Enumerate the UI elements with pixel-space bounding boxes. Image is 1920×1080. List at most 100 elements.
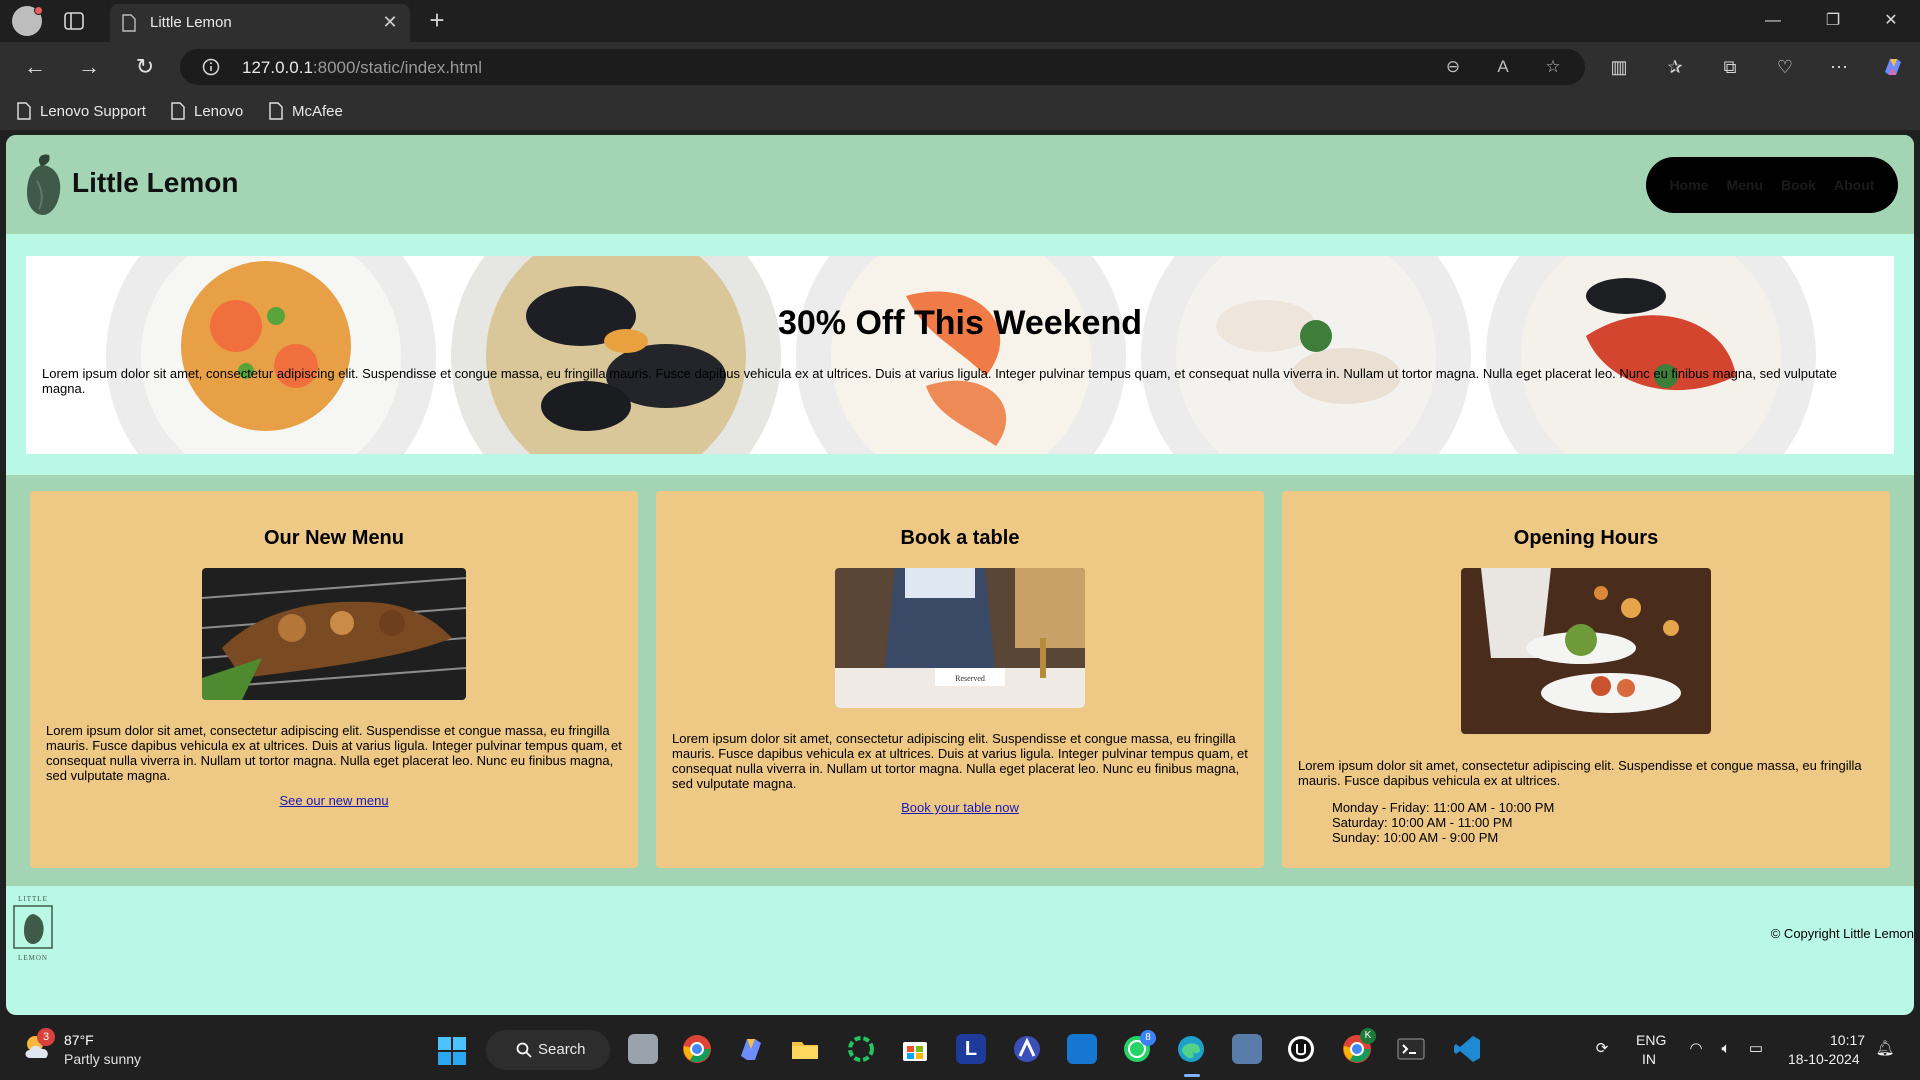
terminal-icon[interactable] <box>1396 1034 1426 1064</box>
favorites-icon[interactable]: ✰ <box>1662 54 1688 80</box>
copilot-icon[interactable] <box>1880 54 1906 80</box>
hours-saturday: Saturday: 10:00 AM - 11:00 PM <box>1332 815 1513 830</box>
bookmark-lenovo-support[interactable]: Lenovo Support <box>16 100 146 122</box>
restore-icon[interactable]: ❐ <box>1818 8 1848 34</box>
site-header: Little Lemon Home Menu Book About <box>6 135 1914 234</box>
footer-logo-icon: LITTLE LEMON <box>13 895 53 962</box>
chrome-profile-badge: K <box>1360 1028 1376 1044</box>
close-window-icon[interactable]: ✕ <box>1876 8 1906 34</box>
chrome-icon[interactable] <box>682 1034 712 1064</box>
favorite-star-icon[interactable]: ☆ <box>1543 57 1563 77</box>
bookmark-mcafee[interactable]: McAfee <box>268 100 343 122</box>
profile-notification-dot <box>34 6 43 15</box>
window-app-icon[interactable] <box>1232 1034 1262 1064</box>
tab-little-lemon[interactable]: Little Lemon ✕ <box>110 4 410 42</box>
card-title: Our New Menu <box>263 527 404 549</box>
page-viewport: Little Lemon Home Menu Book About 30% Of… <box>6 135 1914 1015</box>
tab-actions-icon[interactable] <box>62 9 86 33</box>
bookmark-label: Lenovo Support <box>40 102 146 120</box>
site-info-icon[interactable] <box>202 58 220 76</box>
whatsapp-badge: 8 <box>1140 1030 1156 1046</box>
tab-title: Little Lemon <box>150 14 232 31</box>
volume-icon[interactable]: 🔈︎ <box>1716 1040 1736 1058</box>
clock-time[interactable]: 10:17 <box>1830 1032 1865 1048</box>
hours-sunday: Sunday: 10:00 AM - 9:00 PM <box>1332 830 1499 845</box>
site-footer: LITTLE LEMON © Copyright Little Lemon <box>6 886 1914 1015</box>
nav-menu-link[interactable]: Menu <box>1726 177 1763 193</box>
site-title: Little Lemon <box>72 167 239 198</box>
book-table-link[interactable]: Book your table now <box>901 800 1019 815</box>
edge-active-indicator <box>1184 1074 1200 1077</box>
edge-icon[interactable] <box>1176 1034 1206 1064</box>
language-bottom[interactable]: IN <box>1642 1051 1656 1067</box>
minimize-icon[interactable]: — <box>1758 8 1788 34</box>
hero-title: 30% Off This Weekend <box>777 304 1143 342</box>
footer-logo-top-text: LITTLE <box>18 895 48 903</box>
browser-tab-bar: Little Lemon ✕ + — ❐ ✕ <box>0 0 1920 42</box>
arc-app-icon[interactable] <box>1012 1034 1042 1064</box>
taskbar-search[interactable]: Search <box>486 1030 610 1070</box>
clock-date[interactable]: 18-10-2024 <box>1788 1051 1860 1067</box>
circle-app-icon[interactable] <box>846 1034 876 1064</box>
unreal-engine-icon[interactable] <box>1286 1034 1316 1064</box>
zoom-out-icon[interactable]: ⊖ <box>1443 57 1463 77</box>
reserved-table-image: Reserved <box>835 568 1085 708</box>
lemon-logo-icon[interactable] <box>21 151 65 221</box>
features-section: Our New Menu Lorem ipsum dolor sit amet,… <box>6 475 1914 886</box>
url-text: 127.0.0.1:8000/static/index.html <box>242 58 483 77</box>
blue-app-icon[interactable] <box>1067 1034 1097 1064</box>
copilot-taskbar-icon[interactable] <box>736 1034 766 1064</box>
seafood-plates-image <box>26 256 1894 454</box>
nav-book-link[interactable]: Book <box>1781 177 1816 193</box>
browser-toolbar: ← → ↻ 127.0.0.1:8000/static/index.html ⊖… <box>0 42 1920 92</box>
card-link-wrap: Book your table now <box>656 800 1264 815</box>
waiter-serving-image <box>1461 568 1711 734</box>
read-aloud-icon[interactable]: A <box>1493 57 1513 77</box>
weather-description[interactable]: Partly sunny <box>64 1051 141 1067</box>
notifications-bell-icon[interactable]: 🔔︎ <box>1875 1040 1895 1058</box>
file-explorer-icon[interactable] <box>790 1034 820 1064</box>
reload-icon[interactable]: ↻ <box>130 52 160 82</box>
new-tab-icon[interactable]: + <box>422 6 452 36</box>
hours-weekdays: Monday - Friday: 11:00 AM - 10:00 PM <box>1332 800 1555 815</box>
card-book-table: Book a table Reserved Lorem ipsum dolor … <box>656 491 1264 868</box>
opening-hours-list: Monday - Friday: 11:00 AM - 10:00 PM Sat… <box>1332 800 1554 845</box>
l-app-icon[interactable]: L <box>956 1034 986 1064</box>
windows-start-icon[interactable] <box>437 1036 467 1066</box>
sync-icon[interactable]: ⟳ <box>1592 1040 1612 1058</box>
reserved-sign-text: Reserved <box>955 674 985 683</box>
copyright-text: © Copyright Little Lemon <box>1770 926 1914 941</box>
microsoft-store-icon[interactable] <box>900 1034 930 1064</box>
vscode-icon[interactable] <box>1452 1034 1482 1064</box>
battery-icon[interactable]: ▭ <box>1746 1040 1766 1058</box>
more-options-icon[interactable]: ⋯ <box>1826 54 1852 80</box>
close-tab-icon[interactable]: ✕ <box>380 12 400 32</box>
wifi-icon[interactable]: ◠ <box>1686 1040 1706 1058</box>
card-new-menu: Our New Menu Lorem ipsum dolor sit amet,… <box>30 491 638 868</box>
language-top[interactable]: ENG <box>1636 1032 1666 1048</box>
task-view-icon[interactable] <box>628 1034 658 1064</box>
split-screen-icon[interactable]: ▥ <box>1606 54 1632 80</box>
address-bar[interactable]: 127.0.0.1:8000/static/index.html ⊖ A ☆ <box>180 49 1585 85</box>
nav-about-link[interactable]: About <box>1834 177 1874 193</box>
card-text: Lorem ipsum dolor sit amet, consectetur … <box>672 731 1248 791</box>
bookmark-label: Lenovo <box>194 102 244 120</box>
card-title: Book a table <box>900 527 1020 549</box>
bookmarks-bar: Lenovo Support Lenovo McAfee <box>0 92 1920 130</box>
grill-skewers-image <box>202 568 466 700</box>
card-text: Lorem ipsum dolor sit amet, consectetur … <box>46 723 622 783</box>
card-link-wrap: See our new menu <box>30 793 638 808</box>
page-icon <box>17 102 31 120</box>
back-icon[interactable]: ← <box>20 52 50 82</box>
card-opening-hours: Opening Hours Lorem ipsum dolor sit amet… <box>1282 491 1890 868</box>
page-icon <box>269 102 283 120</box>
browser-essentials-icon[interactable]: ♡ <box>1772 54 1798 80</box>
bookmark-lenovo[interactable]: Lenovo <box>170 100 243 122</box>
hero-text: Lorem ipsum dolor sit amet, consectetur … <box>42 366 1837 396</box>
see-menu-link[interactable]: See our new menu <box>279 793 388 808</box>
weather-temperature[interactable]: 87°F <box>64 1032 94 1048</box>
collections-icon[interactable]: ⧉ <box>1717 54 1743 80</box>
nav-home-link[interactable]: Home <box>1670 177 1709 193</box>
forward-icon[interactable]: → <box>74 52 104 82</box>
search-label: Search <box>538 1041 586 1058</box>
